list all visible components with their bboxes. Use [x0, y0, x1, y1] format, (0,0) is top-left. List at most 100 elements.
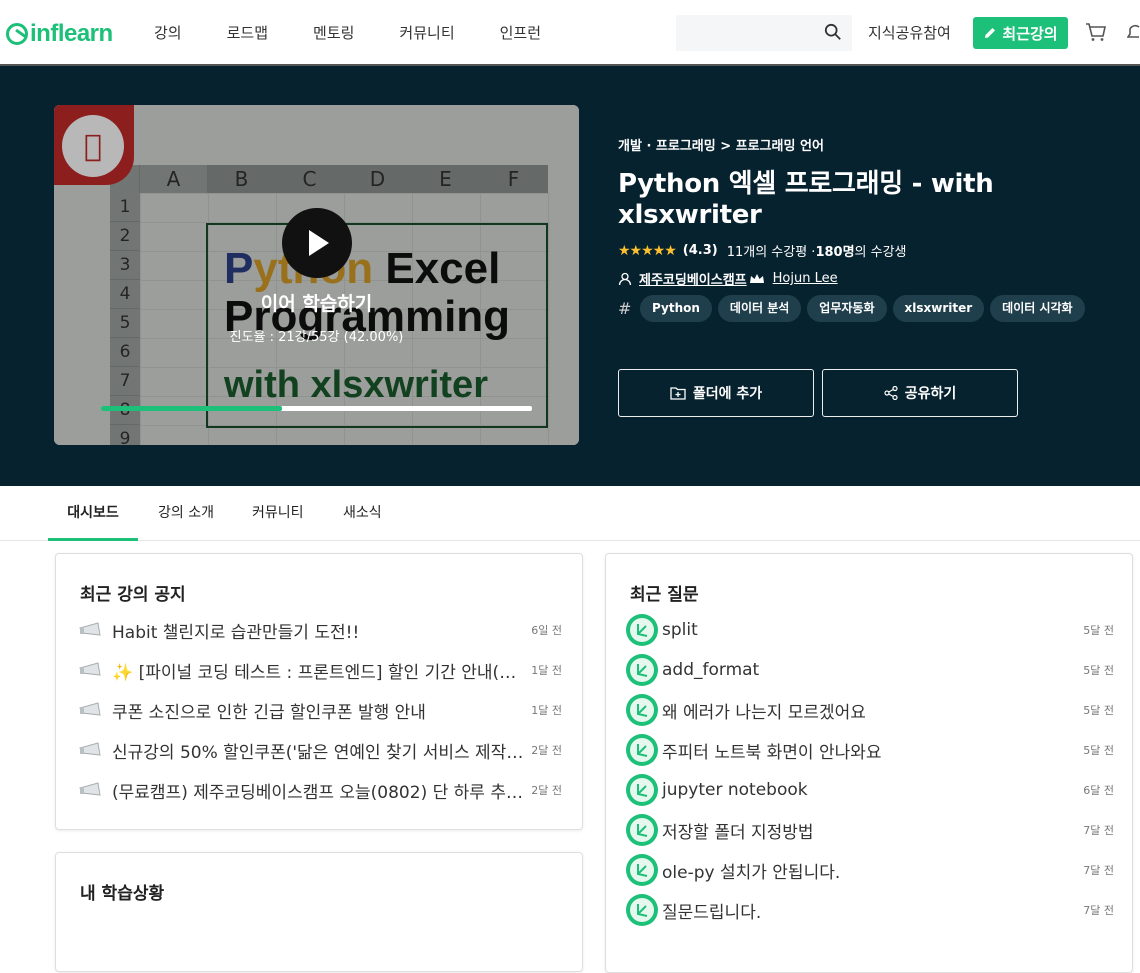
inflearn-logo[interactable]: inflearn	[6, 20, 113, 48]
megaphone-icon	[79, 662, 101, 676]
logo-mark-icon	[6, 23, 28, 45]
nav-item-community[interactable]: 커뮤니티	[399, 20, 454, 46]
person-icon	[618, 272, 632, 285]
continue-learning-label[interactable]: 이어 학습하기	[54, 289, 579, 316]
tab-dashboard[interactable]: 대시보드	[48, 486, 138, 541]
search-icon[interactable]	[824, 23, 842, 41]
tab-community[interactable]: 커뮤니티	[252, 486, 304, 541]
progress-bar	[101, 406, 532, 411]
question-time: 7달 전	[1083, 824, 1114, 837]
megaphone-icon	[79, 622, 101, 636]
crown-icon	[749, 273, 764, 283]
tab-news[interactable]: 새소식	[343, 486, 382, 541]
question-item[interactable]: split 5달 전	[626, 612, 1114, 648]
question-text: jupyter notebook	[662, 780, 808, 800]
question-avatar-icon	[626, 854, 658, 886]
notice-time: 6일 전	[531, 624, 562, 637]
nav-item-courses[interactable]: 강의	[154, 20, 182, 46]
tag-data-visualization[interactable]: 데이터 시각화	[990, 295, 1085, 322]
bell-icon[interactable]	[1127, 22, 1140, 42]
notice-item[interactable]: ✨ [파이널 코딩 테스트 : 프론트엔드] 할인 기간 안내(10/31~11…	[78, 656, 562, 684]
question-item[interactable]: 저장할 폴더 지정방법 7달 전	[626, 812, 1114, 848]
question-text: 왜 에러가 나는지 모르겠어요	[662, 702, 866, 723]
question-item[interactable]: 질문드립니다. 7달 전	[626, 892, 1114, 928]
student-suffix: 의 수강생	[854, 245, 907, 260]
nav-item-inflearn[interactable]: 인프런	[500, 20, 541, 46]
course-title: Python 엑셀 프로그래밍 - with xlsxwriter	[618, 169, 994, 230]
question-item[interactable]: jupyter notebook 6달 전	[626, 772, 1114, 808]
notice-text: Habit 챌린지로 습관만들기 도전!!	[112, 622, 360, 643]
course-thumbnail[interactable]: A B C D E F 1 2 3 4 5 6 7 8 9 Python Exc…	[54, 105, 579, 445]
recent-course-label: 최근강의	[1002, 24, 1058, 43]
share-label: 공유하기	[904, 386, 957, 402]
question-time: 6달 전	[1083, 784, 1114, 797]
megaphone-icon	[79, 742, 101, 756]
notice-time: 2달 전	[531, 744, 562, 757]
instructor-name[interactable]: 제주코딩베이스캠프	[639, 269, 747, 288]
share-knowledge-link[interactable]: 지식공유참여	[868, 22, 951, 43]
question-item[interactable]: 주피터 노트북 화면이 안나와요 5달 전	[626, 732, 1114, 768]
pencil-icon	[985, 28, 996, 38]
tag-data-analysis[interactable]: 데이터 분석	[717, 295, 802, 322]
play-icon[interactable]	[282, 208, 352, 278]
nav-item-mentoring[interactable]: 멘토링	[313, 20, 354, 46]
question-text: 주피터 노트북 화면이 안나와요	[662, 742, 882, 763]
recent-notices-card: 최근 강의 공지 Habit 챌린지로 습관만들기 도전!! 6일 전 ✨ [파…	[55, 553, 583, 830]
rating-stars-icon: ★★★★★	[618, 242, 677, 259]
tag-work-automation[interactable]: 업무자동화	[807, 295, 887, 322]
recent-course-button[interactable]: 최근강의	[973, 17, 1068, 49]
notice-time: 2달 전	[531, 784, 562, 797]
student-count: 180명	[815, 245, 855, 260]
question-item[interactable]: ole-py 설치가 안됩니다. 7달 전	[626, 852, 1114, 888]
question-item[interactable]: 왜 에러가 나는지 모르겠어요 5달 전	[626, 692, 1114, 728]
share-button[interactable]: 공유하기	[822, 369, 1018, 417]
rating-row: ★★★★★ (4.3) 11개의 수강평 · 180명 의 수강생	[618, 241, 907, 261]
rating-value: (4.3)	[682, 243, 718, 258]
notice-item[interactable]: (무료캠프) 제주코딩베이스캠프 오늘(0802) 단 하루 추가 모집 2달 …	[78, 776, 562, 804]
notice-item[interactable]: 쿠폰 소진으로 인한 긴급 할인쿠폰 발행 안내 1달 전	[78, 696, 562, 724]
question-text: 질문드립니다.	[662, 902, 762, 923]
question-avatar-icon	[626, 894, 658, 926]
share-icon	[884, 386, 898, 400]
question-time: 7달 전	[1083, 864, 1114, 877]
instructor-row: 제주코딩베이스캠프 Hojun Lee	[618, 269, 838, 288]
notice-text: (무료캠프) 제주코딩베이스캠프 오늘(0802) 단 하루 추가 모집	[112, 782, 526, 803]
notice-time: 1달 전	[531, 704, 562, 717]
question-time: 7달 전	[1083, 904, 1114, 917]
search-input[interactable]	[676, 15, 852, 51]
cart-icon[interactable]	[1085, 22, 1107, 42]
megaphone-icon	[79, 782, 101, 796]
question-avatar-icon	[626, 774, 658, 806]
notice-item[interactable]: Habit 챌린지로 습관만들기 도전!! 6일 전	[78, 616, 562, 644]
megaphone-icon	[79, 702, 101, 716]
progress-text: 진도율 : 21강/55강 (42.00%)	[229, 330, 404, 345]
question-avatar-icon	[626, 814, 658, 846]
course-hero: A B C D E F 1 2 3 4 5 6 7 8 9 Python Exc…	[0, 66, 1140, 486]
logo-text: inflearn	[30, 20, 113, 47]
nav-item-roadmap[interactable]: 로드맵	[227, 20, 268, 46]
progress-bar-fill	[101, 406, 283, 411]
tag-xlsxwriter[interactable]: xlsxwriter	[892, 295, 985, 322]
tab-course-intro[interactable]: 강의 소개	[158, 486, 214, 541]
review-count[interactable]: 11개의 수강평 ·	[727, 241, 816, 260]
co-instructor-name[interactable]: Hojun Lee	[773, 271, 838, 286]
tag-python[interactable]: Python	[640, 295, 712, 322]
question-avatar-icon	[626, 614, 658, 646]
question-time: 5달 전	[1083, 664, 1114, 677]
my-progress-card: 내 학습상황	[55, 852, 583, 972]
folder-plus-icon	[670, 387, 686, 400]
questions-title: 최근 질문	[630, 585, 699, 605]
recent-questions-card: 최근 질문 split 5달 전 add_format 5달 전 왜 에러가 나…	[605, 553, 1133, 973]
question-avatar-icon	[626, 734, 658, 766]
question-time: 5달 전	[1083, 744, 1114, 757]
add-to-folder-button[interactable]: 폴더에 추가	[618, 369, 814, 417]
question-time: 5달 전	[1083, 624, 1114, 637]
tag-list: # Python 데이터 분석 업무자동화 xlsxwriter 데이터 시각화	[618, 295, 1091, 322]
my-progress-title: 내 학습상황	[80, 884, 165, 904]
notice-text: 신규강의 50% 할인쿠폰('닮은 연예인 찾기 서비스 제작' 강의)	[112, 742, 526, 763]
question-item[interactable]: add_format 5달 전	[626, 652, 1114, 688]
notice-item[interactable]: 신규강의 50% 할인쿠폰('닮은 연예인 찾기 서비스 제작' 강의) 2달 …	[78, 736, 562, 764]
main-nav: 강의 로드맵 멘토링 커뮤니티 인프런	[154, 20, 586, 46]
question-avatar-icon	[626, 694, 658, 726]
breadcrumb[interactable]: 개발 · 프로그래밍 > 프로그래밍 언어	[618, 135, 824, 154]
